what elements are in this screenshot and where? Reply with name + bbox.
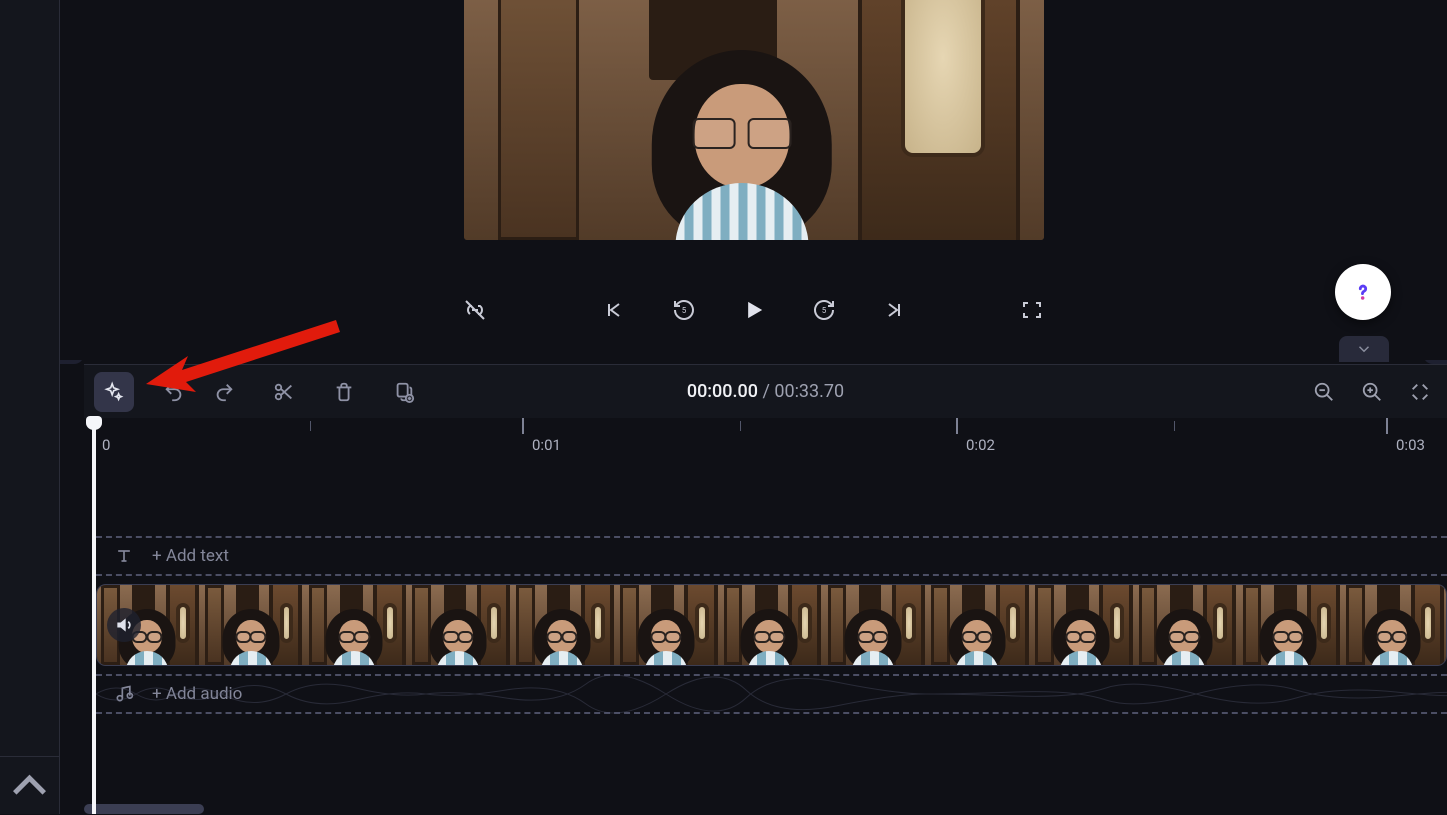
svg-text:5: 5 <box>681 306 686 315</box>
text-t-icon <box>114 546 134 566</box>
zoom-fit-button[interactable] <box>1403 375 1437 409</box>
chevron-down-icon <box>1355 340 1373 358</box>
skip-end-button[interactable] <box>874 290 914 330</box>
clip-frame <box>1342 585 1446 665</box>
skip-start-icon <box>602 298 626 322</box>
help-button[interactable] <box>1335 264 1391 320</box>
zoom-out-button[interactable] <box>1307 375 1341 409</box>
rewind-5-button[interactable]: 5 <box>664 290 704 330</box>
timeline-horizontal-scrollbar[interactable] <box>84 804 204 814</box>
preview-video-frame[interactable] <box>464 0 1044 240</box>
play-icon <box>740 296 768 324</box>
clip-frame <box>927 585 1031 665</box>
copy-plus-icon <box>393 381 415 403</box>
clip-frame <box>201 585 305 665</box>
zoom-out-icon <box>1313 381 1335 403</box>
rewind-5-icon: 5 <box>672 298 696 322</box>
video-clip[interactable] <box>96 584 1447 666</box>
redo-button[interactable] <box>204 372 244 412</box>
music-note-icon <box>114 684 134 704</box>
forward-5-icon: 5 <box>812 298 836 322</box>
fullscreen-icon <box>1020 298 1044 322</box>
clip-volume-button[interactable] <box>107 608 141 642</box>
zoom-in-button[interactable] <box>1355 375 1389 409</box>
fullscreen-button[interactable] <box>1012 290 1052 330</box>
timecode-display: 00:00.00 / 00:33.70 <box>687 381 844 402</box>
audio-track[interactable]: + Add audio <box>96 674 1447 714</box>
collapse-properties-button[interactable] <box>1339 336 1389 362</box>
redo-icon <box>213 381 235 403</box>
expand-sidebar-button[interactable] <box>0 756 59 814</box>
volume-icon <box>114 615 134 635</box>
timeline-ruler[interactable]: 0 0:01 0:02 0:03 <box>84 418 1447 458</box>
forward-5-button[interactable]: 5 <box>804 290 844 330</box>
clip-frame <box>408 585 512 665</box>
duplicate-button[interactable] <box>384 372 424 412</box>
undo-icon <box>163 381 185 403</box>
skip-start-button[interactable] <box>594 290 634 330</box>
help-icon <box>1350 279 1376 305</box>
text-track[interactable]: + Add text <box>96 536 1447 576</box>
total-time: 00:33.70 <box>774 381 844 402</box>
playback-controls: 5 5 <box>60 290 1447 330</box>
ai-sparkle-button[interactable] <box>94 372 134 412</box>
preview-area: 5 5 <box>60 0 1447 360</box>
ai-sparkle-icon <box>103 381 125 403</box>
link-off-icon <box>463 298 487 322</box>
playhead[interactable] <box>92 418 96 814</box>
clip-frame <box>305 585 409 665</box>
zoom-in-icon <box>1361 381 1383 403</box>
link-off-button[interactable] <box>455 290 495 330</box>
add-text-hint: + Add text <box>152 546 229 566</box>
current-time: 00:00.00 <box>687 381 758 402</box>
undo-button[interactable] <box>154 372 194 412</box>
zoom-fit-icon <box>1409 381 1431 403</box>
play-button[interactable] <box>734 290 774 330</box>
split-button[interactable] <box>264 372 304 412</box>
left-sidebar <box>0 0 60 814</box>
chevron-up-icon <box>0 756 59 815</box>
timeline-toolbar: 00:00.00 / 00:33.70 <box>84 364 1447 418</box>
clip-frame <box>1031 585 1135 665</box>
clip-frame <box>1238 585 1342 665</box>
trash-icon <box>333 381 355 403</box>
clip-frame <box>720 585 824 665</box>
clip-frame <box>823 585 927 665</box>
timeline-area: + Add text + Add audio <box>84 458 1447 814</box>
add-audio-hint: + Add audio <box>152 684 242 704</box>
skip-end-icon <box>882 298 906 322</box>
scissors-icon <box>273 381 295 403</box>
clip-frame <box>512 585 616 665</box>
clip-frame <box>616 585 720 665</box>
svg-text:5: 5 <box>821 306 826 315</box>
delete-button[interactable] <box>324 372 364 412</box>
clip-frame <box>1135 585 1239 665</box>
